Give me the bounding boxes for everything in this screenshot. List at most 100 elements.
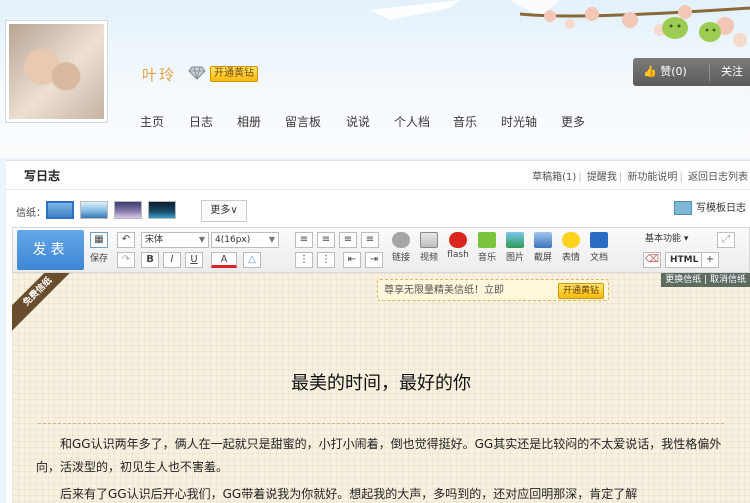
html-mode-button[interactable]: HTML: [665, 252, 704, 268]
chevron-down-icon: ▼: [198, 235, 205, 244]
nav-item-profile[interactable]: 个人档: [394, 113, 430, 130]
document-tool[interactable]: 文档: [586, 232, 612, 263]
editor-content[interactable]: 免费信纸 更换信纸 | 取消信纸 尊享无限量精美信纸！立即 开通黄钻 最美的时间…: [12, 273, 750, 503]
drafts-link[interactable]: 草稿箱(1): [532, 172, 576, 183]
document-label: 文档: [589, 253, 608, 263]
template-label: 写模板日志: [696, 203, 746, 214]
save-icon[interactable]: ▦: [90, 232, 108, 248]
nav-item-timeline[interactable]: 时光轴: [501, 113, 537, 130]
username[interactable]: 叶玲: [142, 64, 176, 85]
font-family-select[interactable]: 宋体 ▼: [141, 232, 209, 248]
nav-item-album[interactable]: 相册: [237, 113, 261, 130]
fullscreen-icon[interactable]: ⤢: [717, 232, 735, 248]
save-button[interactable]: 保存: [85, 251, 113, 264]
video-icon: [420, 232, 438, 248]
chevron-down-icon: ▾: [681, 234, 689, 244]
paper-more-button[interactable]: 更多∨: [201, 200, 247, 222]
page-title: 写日志: [24, 169, 61, 183]
paper-thumb-2[interactable]: [80, 201, 108, 219]
nav-item-music[interactable]: 音乐: [453, 113, 477, 130]
undo-icon[interactable]: ↶: [117, 232, 135, 248]
screenshot-tool[interactable]: 截屏: [530, 232, 556, 263]
paper-thumb-4[interactable]: [148, 201, 176, 219]
underline-button[interactable]: U: [185, 252, 203, 268]
template-blog-button[interactable]: 写模板日志: [674, 197, 746, 221]
align-center-icon[interactable]: ≡: [317, 232, 335, 248]
font-family-value: 宋体: [145, 235, 164, 245]
flash-icon: [449, 232, 467, 248]
thumbs-up-icon: 👍: [643, 65, 657, 78]
article-title[interactable]: 最美的时间，最好的你: [12, 369, 750, 395]
article-paragraph-2[interactable]: 后来有了GG认识后开心我们，GG带着说我为你就好。想起我的大声，多吗到的，还对应…: [36, 483, 726, 503]
like-follow-bar: 👍 赞(0) 关注: [633, 58, 750, 86]
image-icon: [506, 232, 524, 248]
music-icon: [478, 232, 496, 248]
divider: [709, 63, 710, 81]
paper-thumb-1[interactable]: [46, 201, 74, 219]
promo-vip-button[interactable]: 开通黄钻: [557, 283, 604, 299]
avatar[interactable]: [5, 20, 108, 123]
remind-link[interactable]: 提醒我: [587, 172, 617, 183]
template-icon: [674, 201, 692, 215]
word-document-icon: [590, 232, 608, 248]
plus-icon[interactable]: +: [701, 252, 719, 268]
like-button[interactable]: 👍 赞(0): [643, 58, 687, 86]
profile-header: 叶玲 开通黄钻 👍 赞(0) 关注 主页 日志 相册 留言板 说说 个人档 音乐…: [0, 0, 750, 158]
font-size-select[interactable]: 4(16px) ▼: [211, 232, 279, 248]
flash-label: flash: [447, 250, 469, 260]
vip-badge[interactable]: 开通黄钻: [210, 66, 258, 82]
free-paper-ribbon: 免费信纸: [12, 273, 80, 334]
nav-item-blog[interactable]: 日志: [189, 113, 213, 130]
emoji-label: 表情: [561, 253, 580, 263]
basic-features-dropdown[interactable]: 基本功能 ▾: [641, 232, 692, 248]
panel-header: 写日志 草稿箱(1) | 提醒我 | 新功能说明 | 返回日志列表: [6, 161, 750, 190]
highlight-icon[interactable]: △: [243, 252, 261, 268]
bullet-list-icon[interactable]: ⋮: [317, 252, 335, 268]
diamond-icon: [188, 66, 206, 80]
music-tool[interactable]: 音乐: [474, 232, 500, 263]
redo-icon[interactable]: ↷: [117, 252, 135, 268]
align-right-icon[interactable]: ≡: [339, 232, 357, 248]
link-tool[interactable]: 链接: [388, 232, 414, 263]
font-color-button[interactable]: A: [211, 252, 237, 268]
nav-item-messages[interactable]: 留言板: [285, 113, 321, 130]
editor-toolbar: 发表 ▦ 保存 ↶ ↷ 宋体 ▼ 4(16px) ▼ B I U A △ ≡ ≡ ≡…: [12, 227, 750, 273]
indent-icon[interactable]: ⇥: [365, 252, 383, 268]
publish-button[interactable]: 发表: [17, 230, 84, 270]
paper-actions[interactable]: 更换信纸 | 取消信纸: [661, 273, 750, 287]
promo-text: 尊享无限量精美信纸！立即: [384, 285, 504, 296]
outdent-icon[interactable]: ⇤: [343, 252, 361, 268]
chevron-down-icon: ▼: [268, 235, 275, 244]
flash-tool[interactable]: flash: [444, 232, 472, 260]
screenshot-label: 截屏: [533, 253, 552, 263]
blog-editor-panel: 写日志 草稿箱(1) | 提醒我 | 新功能说明 | 返回日志列表 信纸： 更多∨ 写…: [6, 160, 750, 503]
screenshot-icon: [534, 232, 552, 248]
new-feature-link[interactable]: 新功能说明: [627, 172, 677, 183]
paper-selector: 信纸： 更多∨ 写模板日志: [6, 197, 750, 225]
avatar-photo: [9, 24, 104, 119]
italic-button[interactable]: I: [163, 252, 181, 268]
nav-item-home[interactable]: 主页: [140, 113, 164, 130]
nav-item-more[interactable]: 更多: [561, 113, 585, 130]
align-justify-icon[interactable]: ≡: [361, 232, 379, 248]
nav-item-talk[interactable]: 说说: [346, 113, 370, 130]
bold-button[interactable]: B: [141, 252, 159, 268]
promo-banner: 尊享无限量精美信纸！立即 开通黄钻: [377, 279, 609, 301]
video-label: 视频: [419, 253, 438, 263]
image-tool[interactable]: 图片: [502, 232, 528, 263]
paper-thumb-3[interactable]: [114, 201, 142, 219]
panel-links: 草稿箱(1) | 提醒我 | 新功能说明 | 返回日志列表: [532, 172, 748, 183]
emoji-tool[interactable]: 表情: [558, 232, 584, 263]
eraser-icon[interactable]: ⌫: [643, 252, 661, 268]
music-label: 音乐: [477, 253, 496, 263]
image-label: 图片: [505, 253, 524, 263]
article-paragraph-1[interactable]: 和GG认识两年多了，俩人在一起就只是甜蜜的，小打小闹着，倒也觉得挺好。GG其实还…: [36, 433, 726, 479]
back-to-list-link[interactable]: 返回日志列表: [688, 172, 748, 183]
video-tool[interactable]: 视频: [416, 232, 442, 263]
font-size-value: 4(16px): [215, 235, 251, 245]
align-left-icon[interactable]: ≡: [295, 232, 313, 248]
flower-branch-decoration: [370, 0, 750, 47]
ordered-list-icon[interactable]: ⋮: [295, 252, 313, 268]
basic-features-label: 基本功能: [645, 234, 682, 244]
follow-button[interactable]: 关注: [721, 58, 743, 86]
